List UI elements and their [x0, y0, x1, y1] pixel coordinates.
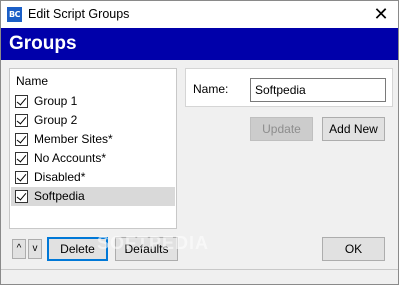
defaults-button[interactable]: Defaults	[115, 237, 178, 261]
list-item-label: Member Sites*	[34, 132, 113, 146]
list-item[interactable]: Group 1	[11, 92, 175, 111]
list-item-selected[interactable]: Softpedia	[11, 187, 175, 206]
window-title: Edit Script Groups	[28, 7, 130, 21]
list-item-label: Softpedia	[34, 189, 85, 203]
status-bar	[1, 269, 398, 284]
checkbox-checked[interactable]	[15, 114, 28, 127]
checkbox-checked[interactable]	[15, 95, 28, 108]
name-label: Name:	[193, 82, 229, 96]
list-item-label: No Accounts*	[34, 151, 107, 165]
list-column-header[interactable]: Name	[16, 74, 48, 88]
name-input[interactable]: Softpedia	[250, 78, 386, 102]
list-item[interactable]: Group 2	[11, 111, 175, 130]
list-item[interactable]: Disabled*	[11, 168, 175, 187]
list-item[interactable]: No Accounts*	[11, 149, 175, 168]
checkbox-checked[interactable]	[15, 133, 28, 146]
banner-title: Groups	[9, 33, 77, 54]
delete-button[interactable]: Delete	[47, 237, 108, 261]
list-item-label: Group 2	[34, 113, 78, 127]
checkbox-checked[interactable]	[15, 190, 28, 203]
app-logo-icon: BC	[7, 7, 22, 22]
groups-banner: Groups	[1, 28, 398, 60]
move-up-button[interactable]: ^	[12, 239, 26, 259]
close-button[interactable]: ✕	[364, 1, 398, 28]
checkbox-checked[interactable]	[15, 152, 28, 165]
checkbox-checked[interactable]	[15, 171, 28, 184]
edit-script-groups-window: BC Edit Script Groups ✕ Groups Name Grou…	[0, 0, 399, 285]
title-bar: BC Edit Script Groups ✕	[1, 1, 398, 28]
move-down-button[interactable]: v	[28, 239, 42, 259]
list-item-label: Group 1	[34, 94, 78, 108]
list-item-label: Disabled*	[34, 170, 86, 184]
list-item[interactable]: Member Sites*	[11, 130, 175, 149]
add-new-button[interactable]: Add New	[322, 117, 385, 141]
groups-list: Name Group 1 Group 2 Member Sites* No Ac…	[9, 68, 177, 229]
group-detail-panel: Name: Softpedia	[185, 68, 393, 107]
update-button[interactable]: Update	[250, 117, 313, 141]
ok-button[interactable]: OK	[322, 237, 385, 261]
